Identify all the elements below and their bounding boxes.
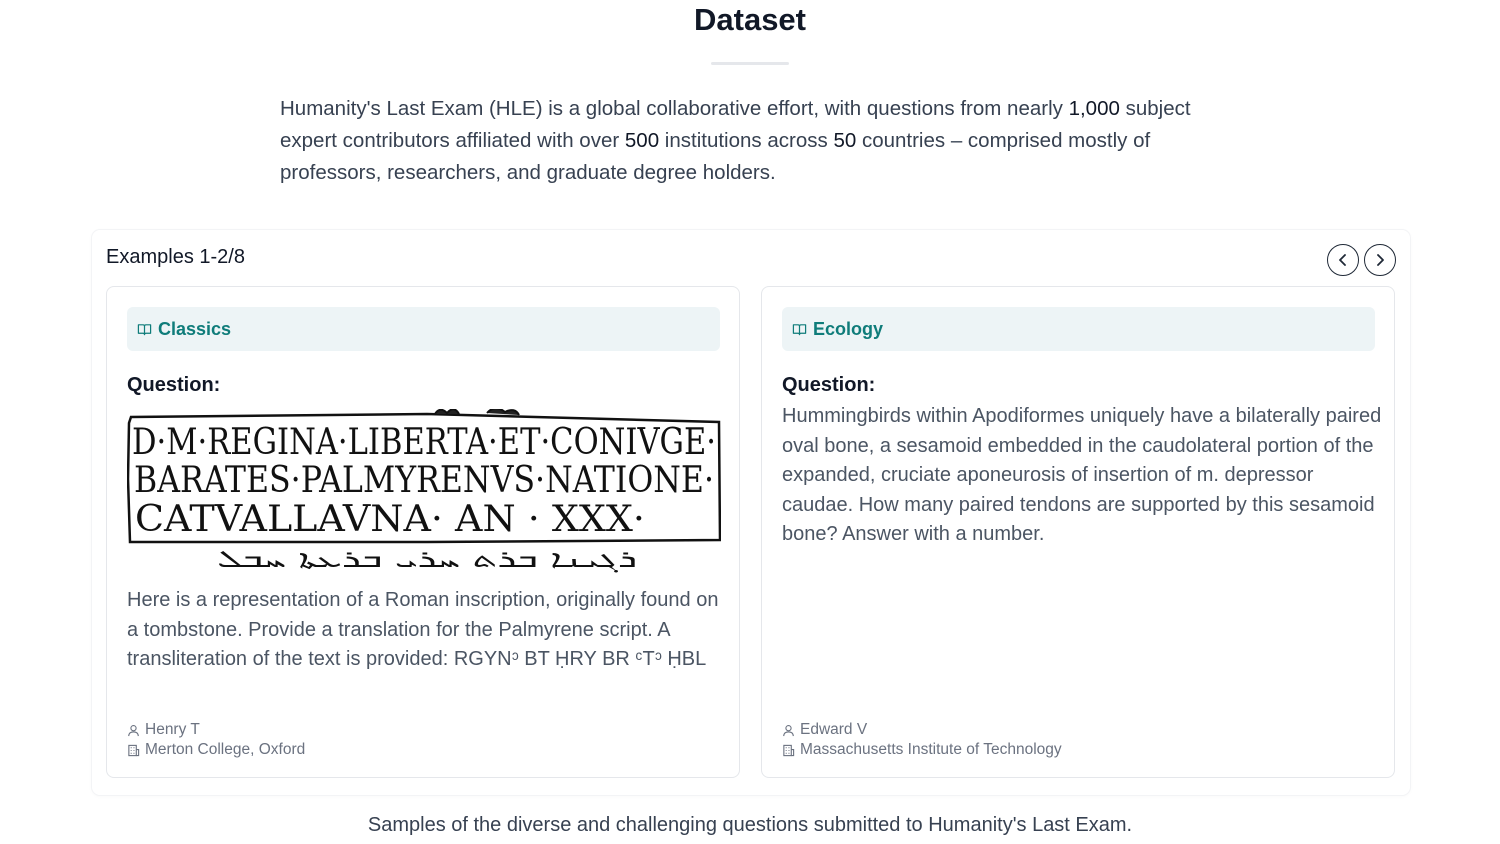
examples-heading: Examples 1-2/8 bbox=[106, 246, 245, 268]
institution-line: Merton College, Oxford bbox=[127, 741, 305, 759]
book-open-icon bbox=[792, 323, 807, 335]
subject-label: Classics bbox=[158, 318, 232, 339]
question-text: Here is a representation of a Roman insc… bbox=[127, 589, 719, 670]
user-icon bbox=[128, 724, 139, 736]
author-line: Edward V bbox=[782, 721, 867, 739]
example-card-ecology: Ecology Question: Hummingbirds within Ap… bbox=[761, 286, 1395, 778]
institution-name: Massachusetts Institute of Technology bbox=[800, 741, 1062, 758]
intro-paragraph: Humanity's Last Exam (HLE) is a global c… bbox=[280, 93, 1230, 189]
inscription-line-1: D·M·REGINA·LIBERTA·ET·CONIVGE· bbox=[132, 422, 716, 463]
caption: Samples of the diverse and challenging q… bbox=[367, 814, 1133, 836]
inscription-line-3: CATVALLAVNA· AN · XXX· bbox=[135, 499, 645, 540]
author-name: Henry T bbox=[145, 721, 200, 738]
intro-text-3: institutions across bbox=[659, 129, 834, 152]
subject-label: Ecology bbox=[813, 318, 884, 339]
next-button[interactable] bbox=[1364, 244, 1396, 276]
previous-button[interactable] bbox=[1327, 244, 1359, 276]
intro-text-1: Humanity's Last Exam (HLE) is a global c… bbox=[280, 97, 1069, 120]
subject-tag[interactable]: Ecology bbox=[782, 307, 1375, 351]
author-name: Edward V bbox=[800, 721, 868, 738]
building-icon bbox=[783, 744, 795, 756]
chevron-right-icon bbox=[1377, 254, 1384, 266]
building-icon bbox=[128, 744, 140, 756]
example-card-classics: Classics Question: D·M·REGINA·LIBERTA·ET… bbox=[106, 286, 740, 778]
inscription-image: D·M·REGINA·LIBERTA·ET·CONIVGE· BARATES·P… bbox=[127, 409, 721, 573]
question-text: Hummingbirds within Apodiformes uniquely… bbox=[782, 405, 1382, 545]
inscription-line-2: BARATES·PALMYRENVS·NATIONE· bbox=[134, 460, 714, 501]
palmyrene-script: ܪܓܝܢܐ ܒܪܬ ܚܪܝ ܒܪܥܬܐ ܚܒܠ bbox=[217, 545, 637, 573]
question-label: Question: bbox=[127, 374, 221, 396]
intro-number-countries: 50 bbox=[833, 129, 857, 152]
institution-name: Merton College, Oxford bbox=[145, 741, 306, 758]
author-line: Henry T bbox=[127, 721, 200, 739]
intro-number-contributors: 1,000 bbox=[1068, 97, 1120, 120]
book-open-icon bbox=[137, 323, 152, 335]
title-divider bbox=[711, 62, 789, 65]
subject-tag[interactable]: Classics bbox=[127, 307, 720, 351]
institution-line: Massachusetts Institute of Technology bbox=[782, 741, 1062, 759]
user-icon bbox=[783, 724, 794, 736]
chevron-left-icon bbox=[1339, 254, 1346, 266]
intro-number-institutions: 500 bbox=[624, 129, 660, 152]
question-label: Question: bbox=[782, 374, 876, 396]
page-title: Dataset bbox=[694, 2, 806, 37]
